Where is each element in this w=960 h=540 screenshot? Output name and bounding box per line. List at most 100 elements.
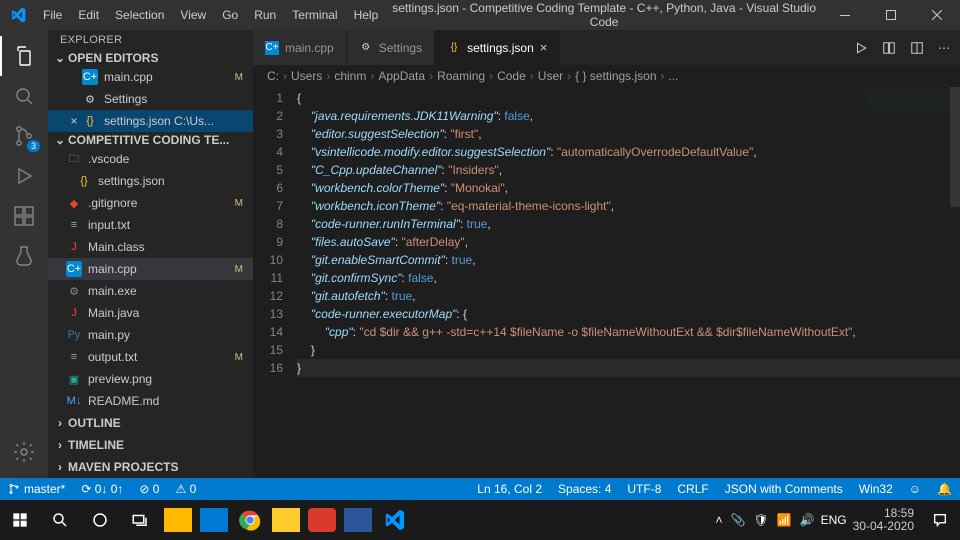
outline-section[interactable]: ›OUTLINE (48, 412, 253, 434)
menu-selection[interactable]: Selection (107, 0, 172, 30)
vscode-app[interactable] (376, 500, 412, 540)
breadcrumb-segment[interactable]: ... (669, 69, 679, 83)
breadcrumb-segment[interactable]: { } settings.json (575, 69, 656, 83)
file-tree-item[interactable]: ⚙main.exe (48, 280, 253, 302)
code-line[interactable]: } (297, 359, 960, 377)
language-mode[interactable]: JSON with Comments (717, 482, 851, 496)
open-editors-section[interactable]: ⌄OPEN EDITORS (48, 50, 253, 66)
breadcrumb-segment[interactable]: chinm (334, 69, 366, 83)
file-tree-item[interactable]: ≡input.txt (48, 214, 253, 236)
eol[interactable]: CRLF (669, 482, 716, 496)
menu-view[interactable]: View (172, 0, 214, 30)
cursor-position[interactable]: Ln 16, Col 2 (469, 482, 550, 496)
split-editor-icon[interactable] (910, 41, 924, 55)
indentation[interactable]: Spaces: 4 (550, 482, 619, 496)
maven-section[interactable]: ›MAVEN PROJECTS (48, 456, 253, 478)
search-button[interactable] (40, 500, 80, 540)
menu-terminal[interactable]: Terminal (284, 0, 345, 30)
file-tree-item[interactable]: {}settings.json (48, 170, 253, 192)
file-tree-item[interactable]: M↓README.md (48, 390, 253, 412)
app-3[interactable] (308, 508, 336, 532)
task-view-button[interactable] (120, 500, 160, 540)
menu-edit[interactable]: Edit (70, 0, 107, 30)
app-1[interactable] (200, 508, 228, 532)
menu-run[interactable]: Run (246, 0, 284, 30)
close-button[interactable] (914, 0, 960, 30)
minimap[interactable] (866, 89, 956, 149)
more-actions-icon[interactable]: ⋯ (938, 41, 950, 55)
os-indicator[interactable]: Win32 (851, 482, 901, 496)
breadcrumb-segment[interactable]: Roaming (437, 69, 485, 83)
language-indicator[interactable]: ENG (821, 513, 853, 527)
file-tree-item[interactable]: JMain.class (48, 236, 253, 258)
code-line[interactable]: "git.autofetch": true, (297, 287, 960, 305)
editor-tab[interactable]: {}settings.json× (435, 30, 560, 65)
breadcrumb-segment[interactable]: Code (497, 69, 526, 83)
git-branch[interactable]: master* (0, 482, 73, 496)
errors-status[interactable]: ⊘ 0 (131, 482, 167, 496)
code-line[interactable]: "workbench.colorTheme": "Monokai", (297, 179, 960, 197)
close-icon[interactable]: × (66, 114, 82, 128)
clock[interactable]: 18:5930-04-2020 (853, 507, 920, 533)
run-debug-icon[interactable] (0, 156, 48, 196)
open-editor-item[interactable]: C+main.cppM (48, 66, 253, 88)
menu-go[interactable]: Go (214, 0, 246, 30)
run-icon[interactable] (854, 41, 868, 55)
minimize-button[interactable] (822, 0, 868, 30)
tray-icon[interactable]: 📎 (731, 513, 746, 527)
feedback-icon[interactable]: ☺ (901, 482, 929, 496)
workspace-section[interactable]: ⌄COMPETITIVE CODING TE... (48, 132, 253, 148)
system-tray[interactable]: ˄📎🛡📶🔊 (715, 513, 820, 527)
breadcrumb-segment[interactable]: Users (291, 69, 322, 83)
editor-tab[interactable]: ⚙Settings (347, 30, 435, 65)
breadcrumb-segment[interactable]: User (538, 69, 563, 83)
code-line[interactable]: "files.autoSave": "afterDelay", (297, 233, 960, 251)
tray-icon[interactable]: 📶 (777, 513, 792, 527)
code-editor[interactable]: 12345678910111213141516 { "java.requirem… (253, 87, 960, 478)
file-tree-item[interactable]: JMain.java (48, 302, 253, 324)
code-line[interactable]: "C_Cpp.updateChannel": "Insiders", (297, 161, 960, 179)
scrollbar-thumb[interactable] (950, 87, 960, 207)
breadcrumb[interactable]: C:›Users›chinm›AppData›Roaming›Code›User… (253, 65, 960, 87)
breadcrumb-segment[interactable]: C: (267, 69, 279, 83)
chrome-app[interactable] (232, 500, 268, 540)
code-line[interactable]: } (297, 341, 960, 359)
code-line[interactable]: "workbench.iconTheme": "eq-material-them… (297, 197, 960, 215)
code-line[interactable]: "cpp": "cd $dir && g++ -std=c++14 $fileN… (297, 323, 960, 341)
file-explorer-app[interactable] (164, 508, 192, 532)
code-line[interactable]: "code-runner.runInTerminal": true, (297, 215, 960, 233)
code-line[interactable]: "git.confirmSync": false, (297, 269, 960, 287)
settings-gear-icon[interactable] (0, 432, 48, 472)
code-line[interactable]: { (297, 89, 960, 107)
app-2[interactable] (272, 508, 300, 532)
start-button[interactable] (0, 500, 40, 540)
menu-help[interactable]: Help (346, 0, 387, 30)
file-tree-item[interactable]: ▣preview.png (48, 368, 253, 390)
close-icon[interactable]: × (540, 40, 548, 55)
open-editor-item[interactable]: ×{}settings.json C:\Us... (48, 110, 253, 132)
tray-icon[interactable]: ˄ (715, 513, 722, 527)
notifications-icon[interactable]: 🔔 (929, 482, 960, 496)
extensions-icon[interactable] (0, 196, 48, 236)
code-line[interactable]: "editor.suggestSelection": "first", (297, 125, 960, 143)
editor-tab[interactable]: C+main.cpp (253, 30, 347, 65)
timeline-section[interactable]: ›TIMELINE (48, 434, 253, 456)
sync-status[interactable]: ⟳ 0↓ 0↑ (73, 482, 131, 496)
warnings-status[interactable]: ⚠ 0 (167, 482, 204, 496)
code-line[interactable]: "java.requirements.JDK11Warning": false, (297, 107, 960, 125)
file-tree-item[interactable]: 🗀.vscode (48, 148, 253, 170)
maximize-button[interactable] (868, 0, 914, 30)
code-line[interactable]: "git.enableSmartCommit": true, (297, 251, 960, 269)
testing-icon[interactable] (0, 236, 48, 276)
source-control-icon[interactable]: 3 (0, 116, 48, 156)
file-tree-item[interactable]: ≡output.txtM (48, 346, 253, 368)
file-tree-item[interactable]: Pymain.py (48, 324, 253, 346)
search-icon[interactable] (0, 76, 48, 116)
file-tree-item[interactable]: ◆.gitignoreM (48, 192, 253, 214)
app-4[interactable] (344, 508, 372, 532)
action-center-icon[interactable] (920, 500, 960, 540)
code-line[interactable]: "vsintellicode.modify.editor.suggestSele… (297, 143, 960, 161)
breadcrumb-segment[interactable]: AppData (378, 69, 425, 83)
explorer-icon[interactable] (0, 36, 48, 76)
split-right-icon[interactable] (882, 41, 896, 55)
